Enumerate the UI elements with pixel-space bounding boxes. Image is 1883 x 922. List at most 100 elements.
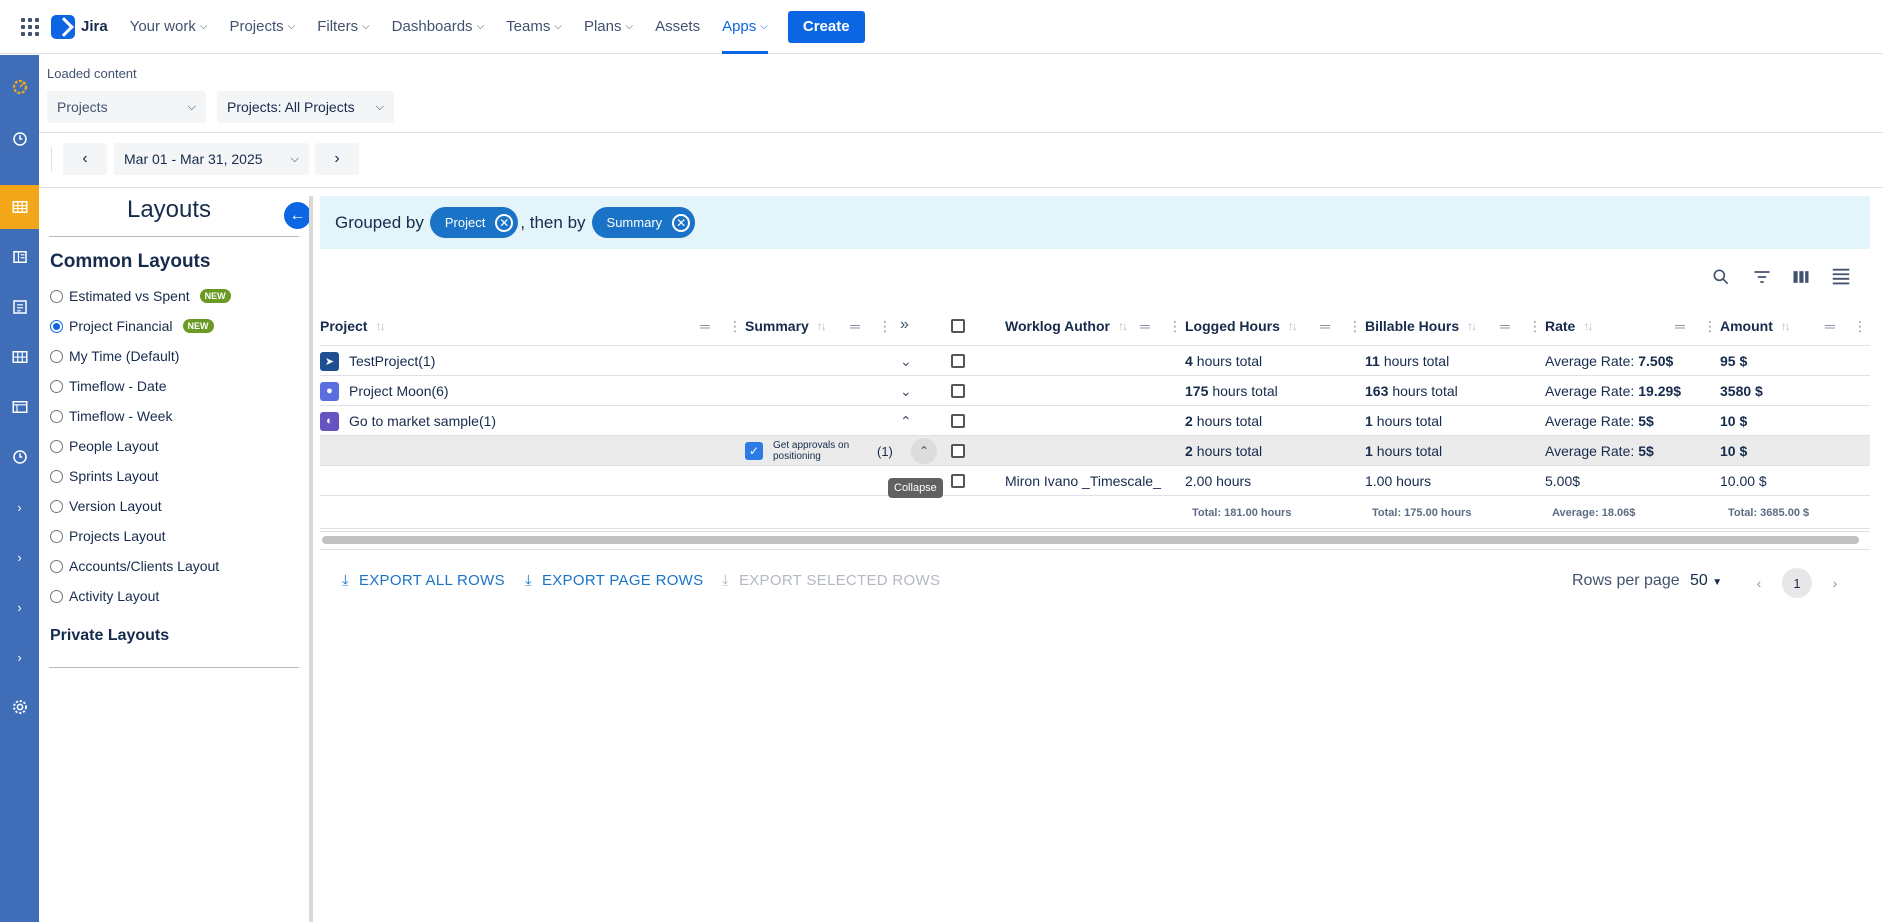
board-icon[interactable]: [0, 235, 39, 279]
chevron-right-icon[interactable]: ›: [0, 585, 39, 629]
row-checkbox[interactable]: [951, 354, 965, 368]
columns-icon[interactable]: [1789, 267, 1813, 287]
column-header-rate[interactable]: Rate ↑↓: [1545, 306, 1593, 346]
column-menu-icon[interactable]: ⋮: [1348, 318, 1362, 335]
remove-chip-icon[interactable]: ✕: [495, 213, 514, 232]
scope-select[interactable]: Projects: All Projects ⌵: [217, 91, 394, 123]
source-select[interactable]: Projects ⌵: [47, 91, 206, 123]
drag-handle-icon[interactable]: ═: [1320, 318, 1330, 334]
export-all-rows-button[interactable]: ⤓ EXPORT ALL ROWS: [342, 572, 505, 589]
radio-button[interactable]: [50, 589, 63, 603]
search-icon[interactable]: [1709, 267, 1733, 287]
column-header-worklog-author[interactable]: Worklog Author ↑↓: [1005, 306, 1128, 346]
page-number-button[interactable]: 1: [1782, 568, 1812, 598]
summary-group-row[interactable]: ✓ Get approvals on positioning (1) ⌃ 2 ho…: [320, 436, 1870, 466]
drag-handle-icon[interactable]: ═: [850, 318, 860, 334]
collapse-group-button[interactable]: ⌃: [911, 438, 937, 464]
nav-dashboards[interactable]: Dashboards ⌵: [392, 0, 484, 54]
export-page-rows-button[interactable]: ⤓ EXPORT PAGE ROWS: [525, 572, 703, 589]
table-icon[interactable]: [0, 185, 39, 229]
layout-option-timeflow-week[interactable]: Timeflow - Week: [50, 408, 172, 424]
export-selected-rows-button[interactable]: ⤓ EXPORT SELECTED ROWS: [722, 572, 940, 589]
layout-option-estimated-vs-spent[interactable]: Estimated vs Spent NEW: [50, 288, 231, 304]
radio-button[interactable]: [50, 379, 63, 393]
expand-row-icon[interactable]: ⌄: [900, 376, 912, 406]
radio-button[interactable]: [50, 499, 63, 513]
layout-option-accounts-clients[interactable]: Accounts/Clients Layout: [50, 558, 219, 574]
layout-option-my-time[interactable]: My Time (Default): [50, 348, 179, 364]
sort-icon[interactable]: ↑↓: [1288, 319, 1298, 333]
layout-option-version[interactable]: Version Layout: [50, 498, 162, 514]
nav-teams[interactable]: Teams ⌵: [506, 0, 562, 54]
table-row[interactable]: ● Project Moon(6) ⌄ 175 hours total 163 hou…: [320, 376, 1870, 406]
sort-icon[interactable]: ↑↓: [817, 319, 827, 333]
row-checkbox[interactable]: [951, 474, 965, 488]
radio-button[interactable]: [50, 469, 63, 483]
column-menu-icon[interactable]: ⋮: [878, 318, 892, 335]
column-menu-icon[interactable]: ⋮: [1168, 318, 1182, 335]
clock-icon[interactable]: [0, 117, 39, 161]
layout-option-timeflow-date[interactable]: Timeflow - Date: [50, 378, 167, 394]
expand-row-icon[interactable]: ⌄: [900, 346, 912, 376]
sort-icon[interactable]: ↑↓: [1583, 319, 1593, 333]
sort-icon[interactable]: ↑↓: [1118, 319, 1128, 333]
layout-option-sprints[interactable]: Sprints Layout: [50, 468, 159, 484]
drag-handle-icon[interactable]: ═: [1140, 318, 1150, 334]
row-checkbox[interactable]: [951, 444, 965, 458]
table-row[interactable]: ◐ Go to market sample(1) ⌃ 2 hours total 1…: [320, 406, 1870, 436]
column-menu-icon[interactable]: ⋮: [728, 318, 742, 335]
density-icon[interactable]: [1829, 267, 1853, 287]
remove-chip-icon[interactable]: ✕: [672, 213, 691, 232]
layout-icon[interactable]: [0, 385, 39, 429]
nav-plans[interactable]: Plans ⌵: [584, 0, 633, 54]
expand-all-icon[interactable]: »: [900, 316, 909, 334]
row-checkbox[interactable]: [951, 384, 965, 398]
radio-button[interactable]: [50, 439, 63, 453]
row-checkbox[interactable]: [951, 414, 965, 428]
table-row[interactable]: ➤ TestProject(1) ⌄ 4 hours total 11 hours t…: [320, 346, 1870, 376]
radio-button[interactable]: [50, 559, 63, 573]
layout-option-projects[interactable]: Projects Layout: [50, 528, 166, 544]
drag-handle-icon[interactable]: ═: [1500, 318, 1510, 334]
chevron-right-icon[interactable]: ›: [0, 635, 39, 679]
panel-splitter[interactable]: [309, 196, 313, 922]
previous-page-button[interactable]: ‹: [1744, 568, 1774, 598]
drag-handle-icon[interactable]: ═: [1675, 318, 1685, 334]
radio-button[interactable]: [50, 289, 63, 303]
sort-icon[interactable]: ↑↓: [1781, 319, 1791, 333]
select-all-checkbox[interactable]: [951, 319, 965, 333]
grid-icon[interactable]: [0, 335, 39, 379]
collapse-row-icon[interactable]: ⌃: [900, 406, 912, 436]
worklog-row[interactable]: Miron Ivano _Timescale_ 2.00 hours 1.00 …: [320, 466, 1870, 496]
document-icon[interactable]: [0, 285, 39, 329]
nav-your-work[interactable]: Your work ⌵: [130, 0, 208, 54]
chevron-right-icon[interactable]: ›: [0, 535, 39, 579]
create-button[interactable]: Create: [787, 10, 865, 43]
next-period-button[interactable]: ›: [315, 143, 359, 175]
drag-handle-icon[interactable]: ═: [1825, 318, 1835, 334]
layout-option-people[interactable]: People Layout: [50, 438, 159, 454]
app-switcher-icon[interactable]: [21, 17, 41, 37]
column-menu-icon[interactable]: ⋮: [1528, 318, 1542, 335]
group-chip-summary[interactable]: Summary ✕: [591, 207, 696, 238]
layout-option-project-financial[interactable]: Project Financial NEW: [50, 318, 214, 334]
next-page-button[interactable]: ›: [1820, 568, 1850, 598]
previous-period-button[interactable]: ‹: [63, 143, 107, 175]
group-chip-project[interactable]: Project ✕: [429, 207, 519, 238]
nav-assets[interactable]: Assets: [655, 0, 700, 54]
filter-icon[interactable]: [1750, 267, 1774, 287]
nav-projects[interactable]: Projects ⌵: [229, 0, 295, 54]
radio-button[interactable]: [50, 529, 63, 543]
sort-icon[interactable]: ↑↓: [375, 319, 385, 333]
column-menu-icon[interactable]: ⋮: [1703, 318, 1717, 335]
clock-icon[interactable]: [0, 435, 39, 479]
column-header-project[interactable]: Project ↑↓: [320, 306, 385, 346]
jira-logo[interactable]: Jira: [51, 14, 108, 39]
rows-per-page-select[interactable]: 50 ▼: [1690, 572, 1722, 590]
column-header-amount[interactable]: Amount ↑↓: [1720, 306, 1791, 346]
sort-icon[interactable]: ↑↓: [1467, 319, 1477, 333]
radio-button[interactable]: [50, 409, 63, 423]
date-range-select[interactable]: Mar 01 - Mar 31, 2025 ⌵: [114, 143, 309, 175]
drag-handle-icon[interactable]: ═: [700, 318, 710, 334]
nav-filters[interactable]: Filters ⌵: [317, 0, 369, 54]
